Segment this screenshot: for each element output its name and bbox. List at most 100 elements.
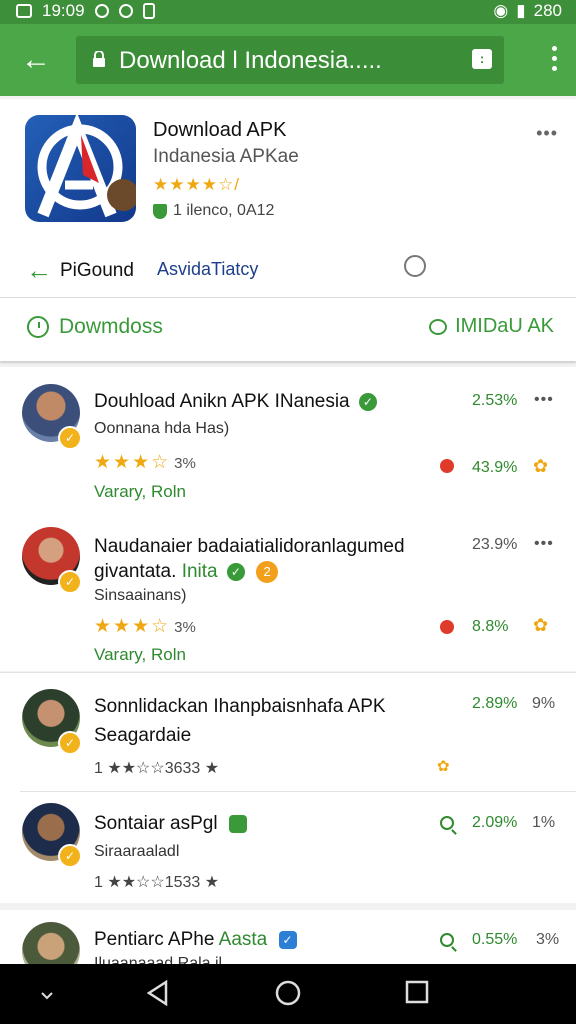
percent-value: 23.9% [472,536,518,553]
percent-value: 2.53% [472,392,518,409]
search-icon[interactable] [440,816,454,830]
percent-value-secondary: 9% [532,695,556,712]
divider [0,297,576,298]
system-nav-bar [0,964,576,1024]
download-label: Dowmdoss [59,315,163,338]
review-stars: ★★★☆ [94,616,171,637]
review-title-line2: givantata. [94,561,177,583]
percent-value-secondary: 3% [536,931,560,948]
review-title-green: Aasta [218,929,268,950]
gallery-icon [16,4,32,18]
review-stars: ★★★☆ [94,452,171,473]
list-item[interactable]: ✓ Naudanaier badaiatialidoranlagumed giv… [0,517,576,671]
url-bar[interactable]: Download l Indonesia..... : [76,36,504,84]
chevron-down-icon[interactable] [40,988,54,1006]
review-title: Sonnlidackan Ihanpbaisnhafa APK [94,696,386,717]
record-icon [118,4,133,18]
nav-back-icon[interactable] [146,979,170,1011]
verified-badge-icon: ✓ [58,844,82,868]
sync-icon [94,4,109,18]
more-options-icon[interactable]: ••• [534,391,554,409]
lock-icon [93,51,105,67]
app-developer: Indanesia APKae [153,146,299,167]
app-actions-row: ← PiGound AsvidaTiatcy [0,249,576,297]
nav-home-icon[interactable] [275,980,301,1011]
review-title-line2: Seagardaie [94,725,192,746]
app-meta-text: 1 ilenco, 0A12 [173,202,275,219]
app-card: Download APK Indanesia APKae ★★★★☆/ 1 il… [0,99,576,361]
app-meta: 1 ilenco, 0A12 [153,202,274,220]
battery-level: 280 [533,1,562,20]
back-label: PiGound [60,259,134,281]
shield-icon [153,203,167,219]
status-bar: 19:09 ◉ ▮ 280 [0,0,576,24]
percent-value: 8.8% [472,618,509,635]
flower-icon: ✿ [533,456,549,476]
flower-icon: ✿ [533,615,549,635]
app-logo [25,115,136,222]
activity-link[interactable]: AsvidaTiatcy [157,259,258,280]
clock-icon [27,316,49,338]
arrow-left-icon: ← [26,255,52,285]
nav-recents-icon[interactable] [405,980,429,1009]
percent-value: 43.9% [472,459,518,476]
url-text: Download l Indonesia..... [119,47,382,74]
review-tag: Varary, Roln [94,482,186,501]
award-icon: 2 [256,561,279,583]
review-tag: Varary, Roln [94,645,186,664]
more-options-icon[interactable]: ••• [536,123,558,144]
sd-card-icon [142,3,155,19]
verified-badge-icon: ✓ [58,731,82,755]
review-card: Pentiarc APhe Aasta ✓ Iluaanaaad Rala il… [0,910,576,964]
app-badge-icon [228,814,247,833]
review-title: Douhload Anikn APK INanesia [94,391,350,412]
list-item[interactable]: Pentiarc APhe Aasta ✓ Iluaanaaad Rala il… [0,910,576,964]
location-pin-icon [440,459,454,473]
back-button[interactable]: ← PiGound [26,255,134,286]
app-rating-stars: ★★★★☆/ [153,175,240,194]
verified-badge-icon: ✓ [58,426,82,450]
verified-icon: ✓ [358,392,377,411]
flower-icon: ✿ [437,758,450,775]
review-subtitle: Oonnana hda Has) [94,420,230,437]
review-title: Pentiarc APhe [94,929,215,950]
search-icon[interactable] [440,933,454,947]
star-percent: 3% [174,619,196,636]
chat-bubble-icon [429,318,448,335]
overflow-menu-icon[interactable] [552,46,558,74]
percent-value: 2.09% [472,814,518,831]
ask-button[interactable]: IMIDaU AK [429,315,554,338]
wifi-icon: ◉ [493,1,509,20]
app-title: Download APK [153,119,287,141]
list-item[interactable]: ✓ Sontaiar asPgl Siraaraaladl 1 ★★☆☆1533… [0,792,576,903]
percent-value: 0.55% [472,931,518,948]
browser-toolbar: ← Download l Indonesia..... : [0,24,576,96]
review-rating-line: 1 ★★☆☆3633 ★ [94,760,220,777]
review-subtitle: Iluaanaaad Rala il [94,955,223,964]
percent-value-secondary: 1% [532,814,556,831]
back-arrow-icon[interactable]: ← [18,42,54,78]
list-item[interactable]: ✓ Douhload Anikn APK INanesia ✓ Oonnana … [0,367,576,517]
verified-badge-icon: ✓ [58,570,82,594]
verified-icon: ✓ [226,563,245,581]
review-subtitle: Siraaraaladl [94,843,180,860]
tabs-button[interactable]: : [472,49,492,69]
app-logo-mark [37,115,136,218]
review-card: ✓ Sonnlidackan Ihanpbaisnhafa APK Seagar… [0,673,576,903]
avatar [22,922,80,964]
more-options-icon[interactable]: ••• [534,535,554,553]
percent-value: 2.89% [472,695,518,712]
signal-icon: ▮ [516,1,526,20]
list-item[interactable]: ✓ Sonnlidackan Ihanpbaisnhafa APK Seagar… [0,673,576,791]
review-title-green: Inita [181,561,218,583]
review-subtitle: Sinsaainans) [94,587,187,604]
status-time: 19:09 [42,1,85,20]
download-button[interactable]: Dowmdoss [27,315,163,339]
review-card: ✓ Douhload Anikn APK INanesia ✓ Oonnana … [0,367,576,671]
review-list: ✓ Douhload Anikn APK INanesia ✓ Oonnana … [0,367,576,964]
ask-label: IMIDaU AK [455,315,554,337]
download-row: Dowmdoss IMIDaU AK [0,299,576,361]
review-rating-line: 1 ★★☆☆1533 ★ [94,874,220,891]
edit-icon: ✓ [278,930,297,949]
info-icon[interactable] [404,255,426,277]
